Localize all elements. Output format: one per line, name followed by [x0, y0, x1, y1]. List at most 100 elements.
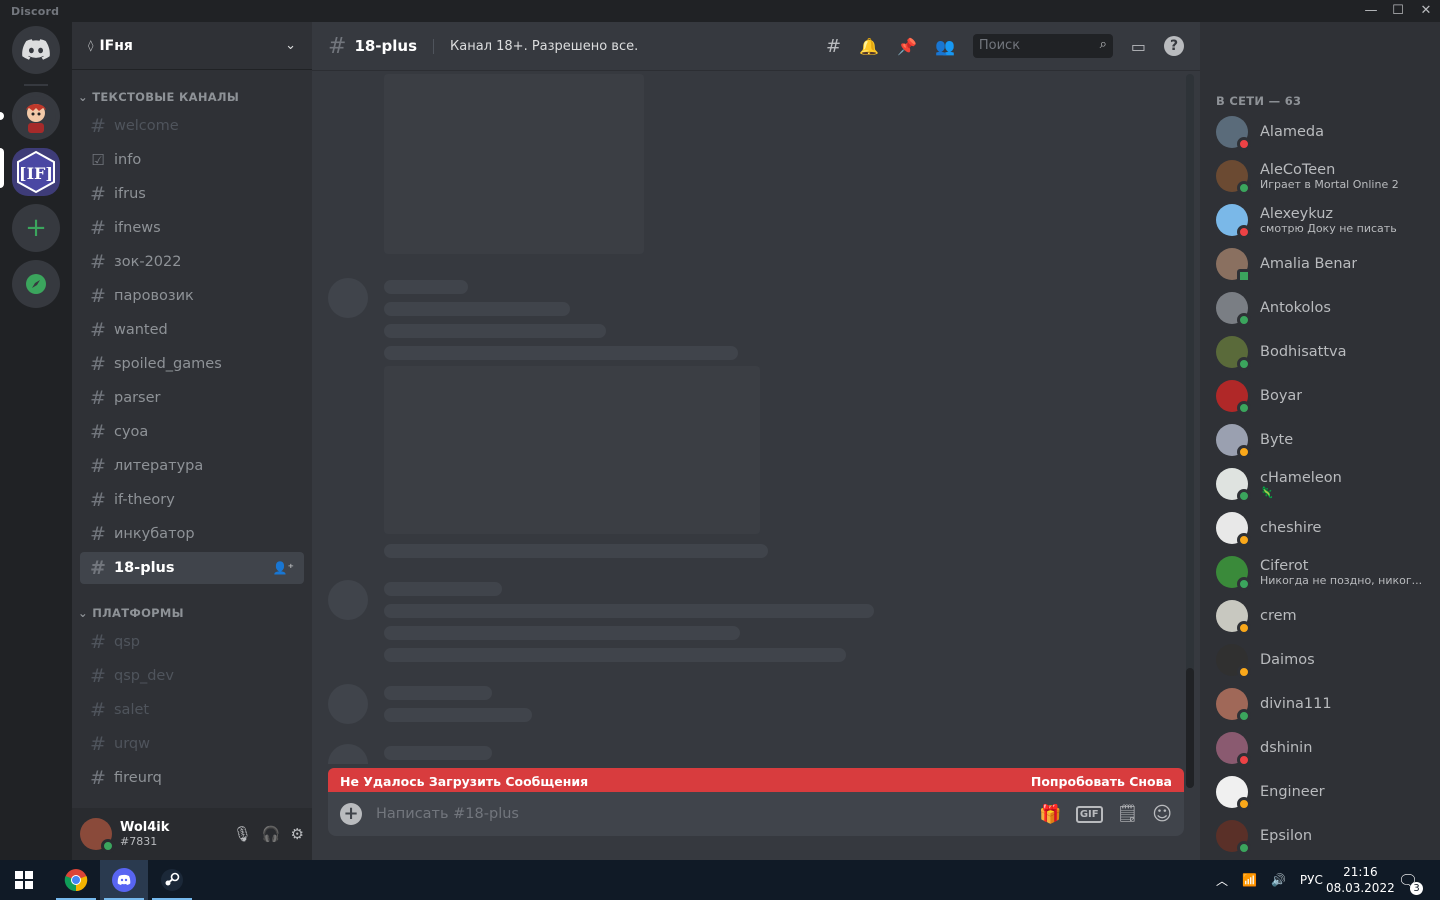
- status-dnd-icon: [1237, 225, 1251, 239]
- maximize-button[interactable]: ☐: [1386, 2, 1410, 20]
- channel-item[interactable]: # литература: [80, 450, 304, 482]
- taskbar-chrome[interactable]: [52, 860, 100, 900]
- hash-icon: #: [90, 523, 106, 545]
- explore-servers-button[interactable]: [12, 260, 60, 308]
- help-icon[interactable]: ?: [1164, 36, 1184, 56]
- channel-item[interactable]: # зок-2022: [80, 246, 304, 278]
- language-indicator[interactable]: РУС: [1300, 873, 1323, 887]
- member-item[interactable]: Boyar: [1216, 374, 1436, 418]
- taskbar-discord[interactable]: [100, 860, 148, 900]
- member-item[interactable]: Epsilon: [1216, 814, 1436, 858]
- notifications-button[interactable]: 🗨 3: [1398, 860, 1428, 900]
- user-info[interactable]: Wol4ik #7831: [120, 820, 169, 848]
- network-icon[interactable]: 📶: [1242, 873, 1257, 887]
- member-item[interactable]: Alexeykuz смотрю Доку не писать: [1216, 198, 1436, 242]
- category-text-channels[interactable]: ⌄ ТЕКСТОВЫЕ КАНАЛЫ: [78, 90, 239, 104]
- server-if[interactable]: [IF]: [12, 148, 60, 196]
- sticker-icon[interactable]: 🗒: [1117, 804, 1139, 824]
- skeleton-line: [384, 626, 740, 640]
- member-item[interactable]: Amalia Benar: [1216, 242, 1436, 286]
- channel-item[interactable]: ☑ info: [80, 144, 304, 176]
- inbox-icon[interactable]: ▭: [1131, 37, 1146, 56]
- hash-icon: #: [90, 665, 106, 687]
- members-icon[interactable]: 👥: [935, 37, 955, 56]
- close-button[interactable]: ✕: [1414, 2, 1438, 20]
- channel-item[interactable]: # welcome: [80, 110, 304, 142]
- status-dnd-icon: [1237, 137, 1251, 151]
- hash-icon: #: [90, 353, 106, 375]
- emoji-icon[interactable]: ☺: [1152, 803, 1172, 825]
- channel-item[interactable]: # parser: [80, 382, 304, 414]
- gif-button[interactable]: GIF: [1075, 805, 1103, 823]
- avatar: [1216, 776, 1251, 811]
- clock[interactable]: 21:16 08.03.2022: [1326, 860, 1395, 900]
- channel-item[interactable]: # wanted: [80, 314, 304, 346]
- system-tray: ︿ 📶 🔊 РУС: [1216, 860, 1323, 900]
- channel-item[interactable]: # qsp: [80, 626, 304, 658]
- start-button[interactable]: [0, 860, 48, 900]
- search-icon: ⌕: [1099, 37, 1107, 52]
- member-item[interactable]: cheshire: [1216, 506, 1436, 550]
- member-item[interactable]: Alameda: [1216, 110, 1436, 154]
- channel-item[interactable]: # cyoa: [80, 416, 304, 448]
- member-item[interactable]: Byte: [1216, 418, 1436, 462]
- invite-icon[interactable]: 👤⁺: [273, 561, 294, 575]
- add-server-button[interactable]: +: [12, 204, 60, 252]
- channel-item[interactable]: # qsp_dev: [80, 660, 304, 692]
- member-item[interactable]: Ciferot Никогда не поздно, никог...: [1216, 550, 1436, 594]
- member-item[interactable]: Daimos: [1216, 638, 1436, 682]
- gift-icon[interactable]: 🎁: [1039, 804, 1061, 825]
- channel-item[interactable]: # fireurq: [80, 762, 304, 794]
- member-item[interactable]: dshinin: [1216, 726, 1436, 770]
- member-item[interactable]: Antokolos: [1216, 286, 1436, 330]
- gear-icon[interactable]: ⚙: [291, 825, 304, 843]
- channel-item[interactable]: # ifnews: [80, 212, 304, 244]
- member-item[interactable]: AleCoTeen Играет в Mortal Online 2: [1216, 154, 1436, 198]
- microphone-icon[interactable]: 🎙: [233, 825, 252, 843]
- scrollbar[interactable]: [1186, 74, 1194, 788]
- bell-icon[interactable]: 🔔: [859, 37, 879, 56]
- taskbar-steam[interactable]: [148, 860, 196, 900]
- server-avatar-1[interactable]: [12, 92, 60, 140]
- member-item[interactable]: divina111: [1216, 682, 1436, 726]
- search-input[interactable]: Поиск ⌕: [972, 34, 1113, 58]
- channel-item[interactable]: # паровозик: [80, 280, 304, 312]
- server-header[interactable]: ◊ IFня ⌄: [72, 22, 312, 70]
- tray-expand-icon[interactable]: ︿: [1216, 872, 1228, 889]
- status-idle-icon: [1237, 621, 1251, 635]
- volume-icon[interactable]: 🔊: [1271, 873, 1286, 887]
- member-item[interactable]: Engineer: [1216, 770, 1436, 814]
- message-input[interactable]: [376, 806, 1040, 822]
- category-platforms[interactable]: ⌄ ПЛАТФОРМЫ: [78, 606, 184, 620]
- channel-item[interactable]: # spoiled_games: [80, 348, 304, 380]
- channel-item[interactable]: # salet: [80, 694, 304, 726]
- discoverable-icon: ◊: [88, 39, 94, 52]
- member-item[interactable]: Bodhisattva: [1216, 330, 1436, 374]
- discord-icon: [112, 868, 136, 892]
- member-item[interactable]: crem: [1216, 594, 1436, 638]
- status-dnd-icon: [1237, 753, 1251, 767]
- pin-icon[interactable]: 📌: [897, 37, 917, 56]
- windows-logo-icon: [15, 871, 33, 889]
- threads-icon[interactable]: #: [826, 36, 841, 57]
- retry-button[interactable]: Попробовать Снова: [1031, 774, 1172, 789]
- avatar[interactable]: [80, 818, 115, 853]
- home-button[interactable]: [12, 26, 60, 74]
- avatar: [1216, 160, 1251, 195]
- skeleton-line: [384, 280, 468, 294]
- discord-logo-icon: [22, 39, 50, 60]
- upload-plus-icon[interactable]: +: [340, 803, 362, 825]
- channel-item[interactable]: # if-theory: [80, 484, 304, 516]
- compass-icon: [26, 274, 46, 294]
- avatar: [1216, 600, 1251, 635]
- channel-item[interactable]: # ifrus: [80, 178, 304, 210]
- channel-topic[interactable]: Канал 18+. Разрешено все.: [433, 38, 638, 54]
- member-item[interactable]: cHameleon 🦎: [1216, 462, 1436, 506]
- channel-item[interactable]: # urqw: [80, 728, 304, 760]
- skeleton-image: [384, 74, 644, 254]
- channel-item[interactable]: # инкубатор: [80, 518, 304, 550]
- scrollbar-thumb[interactable]: [1186, 668, 1194, 788]
- channel-item-selected[interactable]: #18-plus 👤⁺: [80, 552, 304, 584]
- headphones-icon[interactable]: 🎧: [262, 825, 281, 843]
- minimize-button[interactable]: —: [1359, 2, 1383, 20]
